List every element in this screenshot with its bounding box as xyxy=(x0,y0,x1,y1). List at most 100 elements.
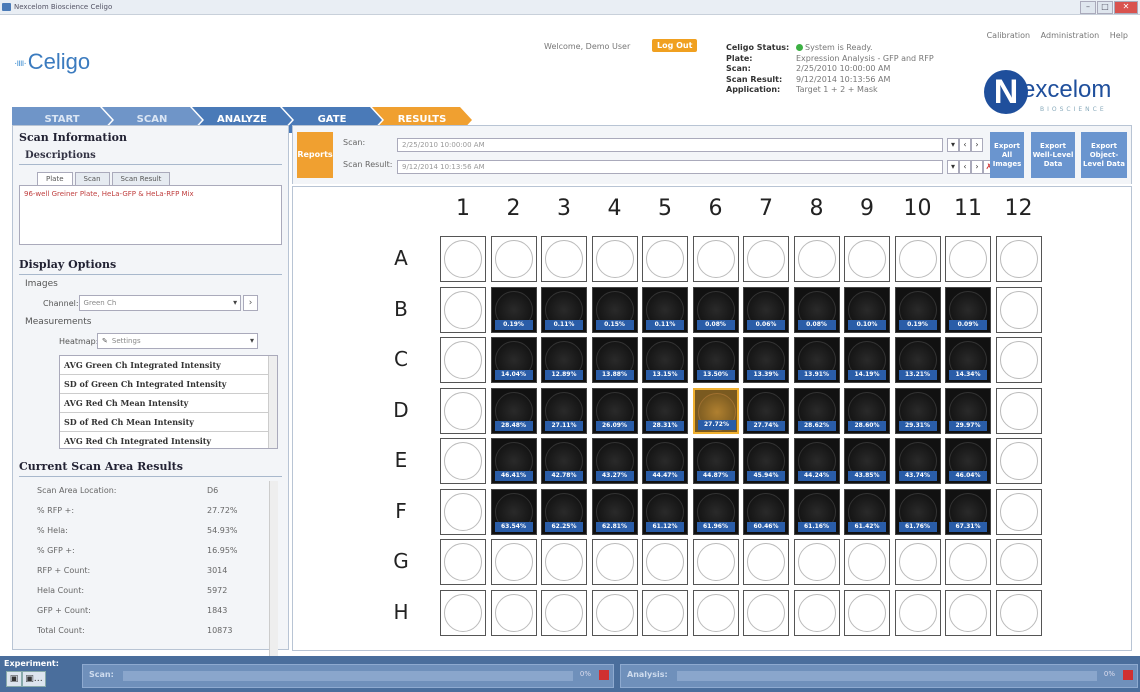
stop-scan-icon[interactable] xyxy=(599,670,609,680)
well-H1[interactable] xyxy=(440,589,486,636)
well-F6[interactable]: 61.96% xyxy=(692,488,739,535)
well-B12[interactable] xyxy=(995,286,1042,333)
maximize-icon[interactable]: □ xyxy=(1097,1,1113,14)
well-A1[interactable] xyxy=(440,236,486,282)
well-G11[interactable] xyxy=(945,539,991,585)
well-D7[interactable]: 27.74% xyxy=(743,387,789,434)
well-A8[interactable] xyxy=(793,236,840,282)
well-D1[interactable] xyxy=(440,387,486,434)
well-B4[interactable]: 0.15% xyxy=(591,286,638,333)
chevron-left-icon[interactable]: ‹ xyxy=(959,138,971,152)
well-H3[interactable] xyxy=(541,589,587,636)
well-E2[interactable]: 46.41% xyxy=(490,438,537,484)
chevron-right-icon[interactable]: › xyxy=(243,295,258,311)
well-A2[interactable] xyxy=(490,236,537,282)
list-item[interactable]: SD of Red Ch Mean Intensity xyxy=(60,413,277,432)
well-H2[interactable] xyxy=(490,589,537,636)
well-F10[interactable]: 61.76% xyxy=(894,488,941,535)
minimize-icon[interactable]: – xyxy=(1080,1,1096,14)
well-H7[interactable] xyxy=(743,589,789,636)
well-E3[interactable]: 42.78% xyxy=(541,438,587,484)
chevron-right-icon[interactable]: › xyxy=(971,160,983,174)
well-G9[interactable] xyxy=(844,539,890,585)
well-B10[interactable]: 0.19% xyxy=(894,286,941,333)
well-C1[interactable] xyxy=(440,337,486,383)
well-A6[interactable] xyxy=(692,236,739,282)
reports-button[interactable]: Reports xyxy=(297,132,333,178)
well-B1[interactable] xyxy=(440,286,486,333)
well-E7[interactable]: 45.94% xyxy=(743,438,789,484)
well-E1[interactable] xyxy=(440,438,486,484)
channel-dropdown[interactable]: Green Ch xyxy=(78,295,242,311)
well-F8[interactable]: 61.16% xyxy=(793,488,840,535)
well-G10[interactable] xyxy=(894,539,941,585)
export-all-images-button[interactable]: Export All Images xyxy=(990,132,1024,178)
well-C8[interactable]: 13.91% xyxy=(793,337,840,383)
well-D4[interactable]: 26.09% xyxy=(591,387,638,434)
results-scrollbar[interactable] xyxy=(269,481,278,659)
well-G7[interactable] xyxy=(743,539,789,585)
tab-scan[interactable]: Scan xyxy=(74,172,110,185)
well-H11[interactable] xyxy=(945,589,991,636)
well-E4[interactable]: 43.27% xyxy=(591,438,638,484)
measurements-scrollbar[interactable] xyxy=(268,356,277,448)
well-D5[interactable]: 28.31% xyxy=(642,387,688,434)
well-F1[interactable] xyxy=(440,488,486,535)
save-as-icon[interactable]: ▣… xyxy=(22,671,46,687)
well-E10[interactable]: 43.74% xyxy=(894,438,941,484)
well-F9[interactable]: 61.42% xyxy=(844,488,890,535)
tab-scan-result[interactable]: Scan Result xyxy=(111,172,171,185)
chevron-left-icon[interactable]: ‹ xyxy=(959,160,971,174)
well-C7[interactable]: 13.39% xyxy=(743,337,789,383)
well-B6[interactable]: 0.08% xyxy=(692,286,739,333)
well-H9[interactable] xyxy=(844,589,890,636)
well-G4[interactable] xyxy=(591,539,638,585)
well-G3[interactable] xyxy=(541,539,587,585)
list-item[interactable]: SD of Green Ch Integrated Intensity xyxy=(60,375,277,394)
well-A3[interactable] xyxy=(541,236,587,282)
well-A11[interactable] xyxy=(945,236,991,282)
well-G8[interactable] xyxy=(793,539,840,585)
well-E11[interactable]: 46.04% xyxy=(945,438,991,484)
well-C5[interactable]: 13.15% xyxy=(642,337,688,383)
save-icon[interactable]: ▣ xyxy=(6,671,22,687)
well-A12[interactable] xyxy=(995,236,1042,282)
well-F12[interactable] xyxy=(995,488,1042,535)
well-C6[interactable]: 13.50% xyxy=(692,337,739,383)
well-E8[interactable]: 44.24% xyxy=(793,438,840,484)
well-B11[interactable]: 0.09% xyxy=(945,286,991,333)
well-B9[interactable]: 0.10% xyxy=(844,286,890,333)
well-C12[interactable] xyxy=(995,337,1042,383)
chevron-down-icon[interactable]: ▾ xyxy=(947,160,959,174)
well-F7[interactable]: 60.46% xyxy=(743,488,789,535)
well-C3[interactable]: 12.89% xyxy=(541,337,587,383)
export-well-data-button[interactable]: Export Well-Level Data xyxy=(1031,132,1075,178)
well-A4[interactable] xyxy=(591,236,638,282)
well-B7[interactable]: 0.06% xyxy=(743,286,789,333)
well-D9[interactable]: 28.60% xyxy=(844,387,890,434)
well-E6[interactable]: 44.87% xyxy=(692,438,739,484)
well-F3[interactable]: 62.25% xyxy=(541,488,587,535)
well-B5[interactable]: 0.11% xyxy=(642,286,688,333)
well-B2[interactable]: 0.19% xyxy=(490,286,537,333)
list-item[interactable]: AVG Red Ch Integrated Intensity xyxy=(60,432,277,450)
list-item[interactable]: AVG Red Ch Mean Intensity xyxy=(60,394,277,413)
well-H5[interactable] xyxy=(642,589,688,636)
well-B8[interactable]: 0.08% xyxy=(793,286,840,333)
well-H4[interactable] xyxy=(591,589,638,636)
stop-analysis-icon[interactable] xyxy=(1123,670,1133,680)
well-D12[interactable] xyxy=(995,387,1042,434)
well-F11[interactable]: 67.31% xyxy=(945,488,991,535)
well-F5[interactable]: 61.12% xyxy=(642,488,688,535)
well-E9[interactable]: 43.85% xyxy=(844,438,890,484)
well-A7[interactable] xyxy=(743,236,789,282)
well-A5[interactable] xyxy=(642,236,688,282)
well-G12[interactable] xyxy=(995,539,1042,585)
well-G2[interactable] xyxy=(490,539,537,585)
menu-help[interactable]: Help xyxy=(1110,31,1128,40)
well-C4[interactable]: 13.88% xyxy=(591,337,638,383)
well-E12[interactable] xyxy=(995,438,1042,484)
well-H12[interactable] xyxy=(995,589,1042,636)
tab-plate[interactable]: Plate xyxy=(37,172,73,185)
well-C2[interactable]: 14.04% xyxy=(490,337,537,383)
